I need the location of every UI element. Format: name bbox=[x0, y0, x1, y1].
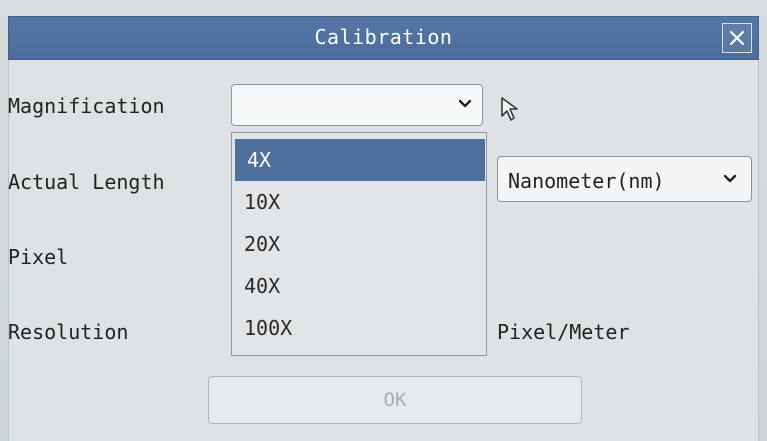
mouse-pointer-icon bbox=[501, 97, 518, 121]
ok-button[interactable]: OK bbox=[208, 376, 582, 424]
dialog-titlebar: Calibration bbox=[8, 16, 759, 60]
dropdown-option-10x[interactable]: 10X bbox=[232, 181, 486, 223]
magnification-label: Magnification bbox=[8, 94, 165, 118]
magnification-dropdown-menu: 4X 10X 20X 40X 100X bbox=[231, 132, 487, 356]
dialog-title: Calibration bbox=[314, 25, 453, 49]
chevron-down-icon bbox=[723, 174, 737, 183]
resolution-unit-label: Pixel/Meter bbox=[497, 320, 630, 344]
chevron-down-icon bbox=[458, 99, 472, 108]
magnification-select[interactable] bbox=[231, 84, 483, 126]
dropdown-option-20x[interactable]: 20X bbox=[232, 223, 486, 265]
dropdown-option-100x[interactable]: 100X bbox=[232, 307, 486, 349]
dropdown-option-4x[interactable]: 4X bbox=[235, 139, 485, 181]
dropdown-option-40x[interactable]: 40X bbox=[232, 265, 486, 307]
resolution-label: Resolution bbox=[8, 320, 129, 344]
close-icon bbox=[729, 30, 745, 46]
calibration-screen: Calibration Magnification Actual Length … bbox=[0, 0, 767, 441]
pixel-label: Pixel bbox=[8, 245, 69, 269]
unit-select-value: Nanometer(nm) bbox=[508, 169, 665, 193]
actual-length-label: Actual Length bbox=[8, 170, 165, 194]
unit-select[interactable]: Nanometer(nm) bbox=[497, 156, 752, 202]
close-button[interactable] bbox=[722, 23, 752, 53]
ok-button-label: OK bbox=[383, 389, 407, 411]
